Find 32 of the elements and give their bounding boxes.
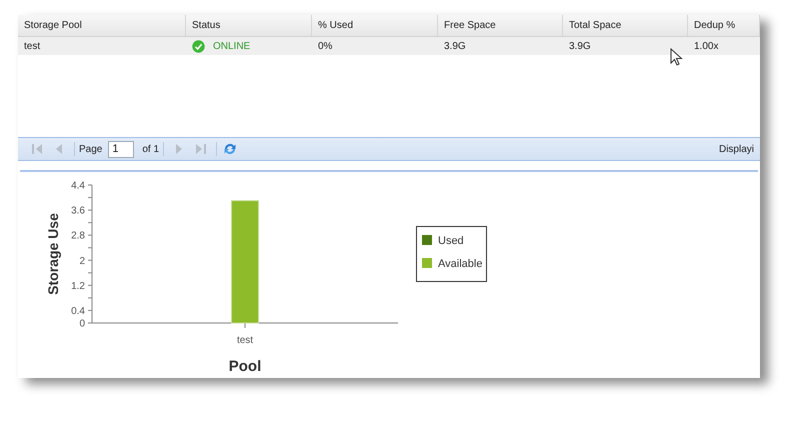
table-cell-text: 1.00x [694,40,718,54]
column-header[interactable]: % Used [312,15,438,36]
legend-label: Used [438,235,464,247]
x-axis-title: Pool [228,358,262,375]
table-cell-text: test [24,40,40,54]
y-tick-label: 0.4 [71,306,85,317]
table-cell-text: 0% [318,40,332,54]
display-info: Displayi [718,142,754,156]
table-cell-text: 3.9G [444,40,466,54]
x-tick-label: test [236,335,254,346]
page-label: Page [79,142,102,156]
column-header[interactable]: Total Space [563,15,688,36]
y-axis-title: Storage Use [45,213,61,295]
legend-box [416,226,487,282]
page-count: of 1 [142,142,160,156]
table-row[interactable]: test ONLINE 0% 3.9G 3.9G 1.00x [18,37,760,55]
page-input[interactable]: 1 [108,140,134,158]
y-tick-label: 1.2 [71,280,85,292]
refresh-icon[interactable] [223,142,238,156]
column-header[interactable]: Storage Pool [18,15,186,36]
y-tick-label: 0 [79,318,85,330]
y-tick-label: 2 [79,256,85,267]
column-header[interactable]: Status [186,15,312,36]
y-tick-label: 4.4 [71,180,85,192]
table-cell-text: ONLINE [213,40,250,54]
table-cell-text: 3.9G [569,40,591,54]
mouse-cursor-icon [670,48,683,66]
column-header[interactable]: Dedup % [688,15,760,36]
legend-label: Available [438,258,482,270]
column-header[interactable]: Free Space [438,15,563,36]
y-tick-label: 3.6 [71,206,85,217]
y-tick-label: 2.8 [71,230,85,242]
